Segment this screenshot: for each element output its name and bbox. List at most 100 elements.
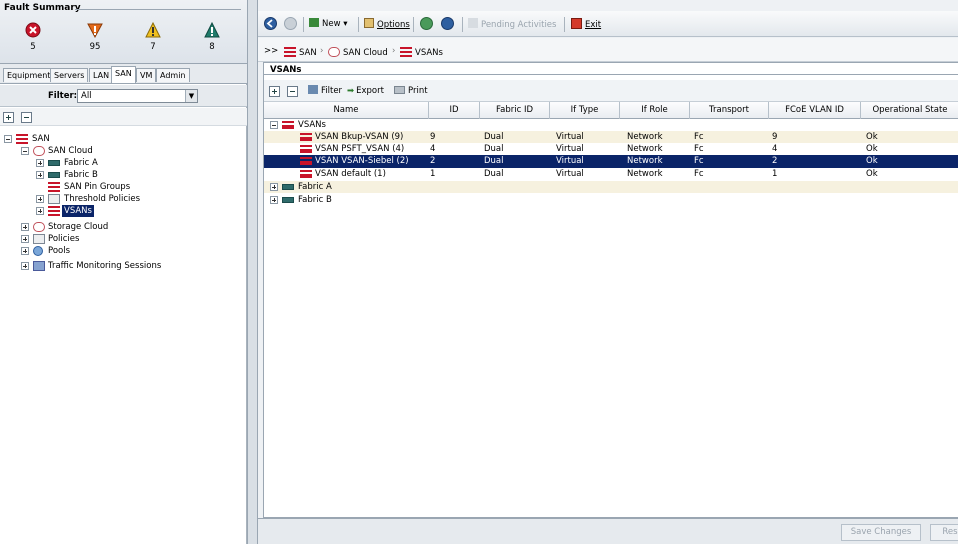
tree-node-storage-cloud[interactable]: Storage Cloud	[2, 221, 122, 233]
export-button[interactable]: ➡ Export	[347, 85, 384, 98]
critical-x-icon	[25, 22, 41, 38]
collapse-icon[interactable]	[4, 135, 12, 143]
column-header-id[interactable]: ID	[429, 102, 480, 119]
table-row[interactable]: VSAN Bkup-VSAN (9) 9 Dual Virtual Networ…	[264, 131, 958, 143]
cell-id: 1	[430, 169, 436, 179]
collapse-icon[interactable]	[21, 147, 29, 155]
warning-count: 8	[209, 42, 215, 52]
tree-label: Policies	[48, 234, 80, 244]
tree-node-san-cloud[interactable]: SAN Cloud	[2, 145, 122, 157]
info-icon[interactable]	[441, 17, 454, 30]
column-header-fabric-id[interactable]: Fabric ID	[480, 102, 550, 119]
table-group-row[interactable]: VSANs	[264, 119, 958, 131]
tab-vm[interactable]: VM	[136, 68, 157, 82]
expand-icon[interactable]	[270, 196, 278, 204]
tree-node-pools[interactable]: Pools	[2, 245, 122, 257]
expand-icon[interactable]	[21, 247, 29, 255]
column-header-fcoe-vlan-id[interactable]: FCoE VLAN ID	[769, 102, 861, 119]
breadcrumb-prefix: >>	[264, 46, 279, 56]
tree-node-threshold-policies[interactable]: Threshold Policies	[2, 193, 162, 205]
table-group-row-fabric-a[interactable]: Fabric A	[264, 181, 958, 193]
filter-button[interactable]: Filter	[308, 85, 342, 98]
breadcrumb-san-cloud[interactable]: SAN Cloud	[328, 45, 388, 58]
critical-faults[interactable]: 5	[8, 22, 58, 52]
cell-transport: Fc	[694, 156, 704, 166]
help-icon[interactable]	[420, 17, 433, 30]
expand-icon[interactable]	[21, 262, 29, 270]
cell-transport: Fc	[694, 132, 704, 142]
panel-splitter[interactable]	[247, 0, 258, 544]
column-header-if-type[interactable]: If Type	[550, 102, 620, 119]
tab-san[interactable]: SAN	[111, 66, 136, 83]
options-button[interactable]: Options	[364, 18, 410, 31]
expand-icon[interactable]	[270, 183, 278, 191]
expand-icon[interactable]	[21, 223, 29, 231]
cell-operational-state: Ok	[866, 144, 878, 154]
tree-node-san[interactable]: SAN	[2, 133, 122, 145]
tree-node-fabric-b[interactable]: Fabric B	[2, 169, 122, 181]
breadcrumb-vsans[interactable]: VSANs	[400, 45, 443, 58]
major-faults[interactable]: 95	[70, 22, 120, 52]
save-changes-button[interactable]: Save Changes	[841, 524, 921, 541]
san-icon	[48, 182, 60, 192]
tab-equipment[interactable]: Equipment	[3, 68, 55, 82]
expand-icon[interactable]	[21, 235, 29, 243]
fabric-icon	[282, 197, 294, 203]
tree-node-fabric-a[interactable]: Fabric A	[2, 157, 122, 169]
expand-all-icon[interactable]	[3, 112, 14, 123]
table-header: Name ID Fabric ID If Type If Role Transp…	[264, 102, 958, 119]
print-button[interactable]: Print	[394, 85, 428, 98]
column-header-transport[interactable]: Transport	[690, 102, 769, 119]
pool-icon	[33, 246, 43, 256]
collapse-all-icon[interactable]	[21, 112, 32, 123]
filter-value: All	[81, 91, 92, 101]
collapse-icon[interactable]	[270, 121, 278, 129]
collapse-all-icon[interactable]	[287, 86, 298, 97]
tree-node-vsans[interactable]: VSANs	[2, 205, 122, 217]
expand-icon[interactable]	[36, 171, 44, 179]
table-group-row-fabric-b[interactable]: Fabric B	[264, 194, 958, 206]
breadcrumb: >> SAN › SAN Cloud › VSANs	[258, 38, 958, 62]
breadcrumb-label: SAN	[299, 48, 317, 58]
breadcrumb-san[interactable]: SAN	[284, 45, 317, 58]
new-icon	[309, 18, 319, 27]
tab-admin[interactable]: Admin	[156, 68, 190, 82]
cell-name: VSAN Bkup-VSAN (9)	[315, 132, 404, 142]
minor-faults[interactable]: 7	[128, 22, 178, 52]
policy-icon	[33, 234, 45, 244]
back-icon[interactable]	[264, 17, 277, 30]
chevron-down-icon[interactable]: ▼	[185, 90, 197, 102]
filter-icon	[308, 85, 318, 94]
fabric-icon	[48, 172, 60, 178]
toolbar-separator	[564, 17, 565, 32]
column-header-name[interactable]: Name	[264, 102, 429, 119]
table-row[interactable]: VSAN PSFT_VSAN (4) 4 Dual Virtual Networ…	[264, 143, 958, 155]
cell-if-role: Network	[627, 132, 663, 142]
tree-node-traffic-monitoring[interactable]: Traffic Monitoring Sessions	[2, 260, 182, 272]
expand-all-icon[interactable]	[269, 86, 280, 97]
tree-node-san-pin-groups[interactable]: SAN Pin Groups	[2, 181, 162, 193]
reset-values-button[interactable]: Res	[930, 524, 958, 541]
tree-node-policies[interactable]: Policies	[2, 233, 122, 245]
exit-button[interactable]: Exit	[571, 18, 601, 31]
tab-lan[interactable]: LAN	[89, 68, 114, 82]
tree-label: Threshold Policies	[64, 194, 141, 204]
table-row[interactable]: VSAN default (1) 1 Dual Virtual Network …	[264, 168, 958, 180]
tab-servers[interactable]: Servers	[50, 68, 89, 82]
filter-select[interactable]: All ▼	[77, 89, 198, 103]
san-icon	[400, 47, 412, 57]
expand-icon[interactable]	[36, 195, 44, 203]
warning-faults[interactable]: 8	[187, 22, 237, 52]
expand-icon[interactable]	[36, 159, 44, 167]
cell-if-type: Virtual	[556, 132, 584, 142]
cell-if-role: Network	[627, 169, 663, 179]
toolbar-separator	[303, 17, 304, 32]
forward-icon[interactable]	[284, 17, 297, 30]
column-header-operational-state[interactable]: Operational State	[861, 102, 958, 119]
cell-transport: Fc	[694, 144, 704, 154]
table-row-selected[interactable]: VSAN VSAN-Siebel (2) 2 Dual Virtual Netw…	[264, 155, 958, 168]
new-menu[interactable]: New ▾	[309, 18, 348, 31]
column-header-if-role[interactable]: If Role	[620, 102, 690, 119]
pending-activities-button[interactable]: Pending Activities	[468, 18, 556, 31]
expand-icon[interactable]	[36, 207, 44, 215]
